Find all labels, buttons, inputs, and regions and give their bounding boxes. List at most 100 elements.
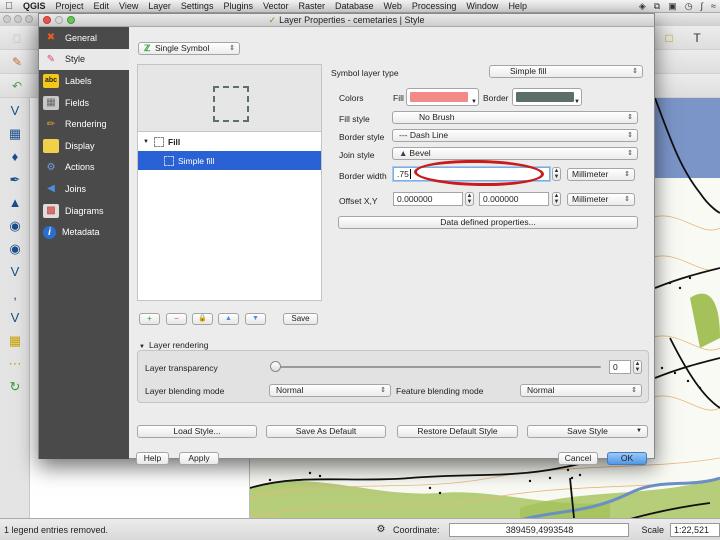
menu-view[interactable]: View [114, 1, 143, 11]
remove-symbol-layer-button[interactable]: − [166, 313, 187, 325]
transparency-spinner[interactable]: ▲ ▼ [633, 360, 642, 374]
add-delimited-text-icon[interactable]: , [5, 285, 25, 305]
menu-vector[interactable]: Vector [258, 1, 294, 11]
time-machine-icon[interactable]: ◷ [685, 1, 693, 12]
refresh-layer-icon[interactable]: ↻ [5, 377, 25, 397]
offset-unit-select[interactable]: Millimeter ⇕ [567, 193, 635, 206]
layer-blending-select[interactable]: Normal ⇕ [269, 384, 391, 397]
sidebar-item-diagrams[interactable]: ▩ Diagrams [39, 200, 129, 222]
menu-settings[interactable]: Settings [176, 1, 219, 11]
layer-rendering-group: Layer transparency 0 ▲ ▼ Layer blending m… [137, 350, 649, 403]
add-vector-layer-icon[interactable]: V [5, 101, 25, 121]
menu-plugins[interactable]: Plugins [218, 1, 258, 11]
expand-triangle-icon[interactable]: ▼ [141, 139, 151, 145]
coordinate-toggle-icon[interactable]: ⚙ [375, 524, 387, 535]
menu-project[interactable]: Project [51, 1, 89, 11]
transparency-slider-track[interactable] [276, 366, 601, 368]
fill-style-select[interactable]: No Brush ⇕ [392, 111, 638, 124]
main-minimize-button[interactable] [14, 15, 22, 23]
add-postgis-layer-icon[interactable]: ♦ [5, 147, 25, 167]
transparency-input[interactable]: 0 [609, 360, 631, 374]
new-spatialite-icon[interactable]: ▦ [5, 331, 25, 351]
save-as-default-button[interactable]: Save As Default [266, 425, 386, 438]
sidebar-item-label: General [65, 32, 98, 43]
sidebar-item-style[interactable]: ✎ Style [39, 48, 129, 71]
restore-default-style-button[interactable]: Restore Default Style [397, 425, 518, 438]
menu-layer[interactable]: Layer [143, 1, 176, 11]
dialog-zoom-button[interactable] [67, 16, 75, 24]
new-project-icon[interactable]: □ [10, 31, 24, 45]
add-wms-layer-icon[interactable]: ◉ [5, 216, 25, 236]
renderer-select[interactable]: ℤ Single Symbol ⇕ [138, 42, 240, 55]
move-up-button[interactable]: ▲ [218, 313, 239, 325]
add-wcs-layer-icon[interactable]: ◉ [5, 239, 25, 259]
cancel-button[interactable]: Cancel [558, 452, 598, 465]
wifi-icon[interactable]: ≈ [711, 1, 716, 12]
data-defined-properties-button[interactable]: Data defined properties... [338, 216, 638, 229]
save-symbol-button[interactable]: Save [283, 313, 318, 325]
new-shapefile-icon[interactable]: V [5, 308, 25, 328]
dialog-minimize-button[interactable] [55, 16, 63, 24]
load-style-button[interactable]: Load Style... [137, 425, 257, 438]
offset-x-spinner[interactable]: ▲ ▼ [465, 192, 474, 206]
menu-edit[interactable]: Edit [89, 1, 115, 11]
ok-button[interactable]: OK [607, 452, 647, 465]
help-button[interactable]: Help [136, 452, 169, 465]
border-width-spinner[interactable]: ▲ ▼ [552, 167, 561, 181]
menu-raster[interactable]: Raster [294, 1, 331, 11]
dialog-close-button[interactable] [43, 16, 51, 24]
coordinate-field[interactable]: 389459,4993548 [449, 522, 630, 537]
copy-icon[interactable]: ⧉ [654, 1, 660, 12]
add-spatialite-layer-icon[interactable]: ✒ [5, 170, 25, 190]
bluetooth-icon[interactable]: ∫ [701, 1, 703, 12]
move-down-button[interactable]: ▼ [245, 313, 266, 325]
sidebar-item-display[interactable]: ■ Display [39, 135, 129, 157]
main-zoom-button[interactable] [25, 15, 33, 23]
join-style-select[interactable]: ▲ Bevel ⇕ [392, 147, 638, 160]
lock-layer-button[interactable]: 🔒 [192, 313, 213, 325]
menu-app[interactable]: QGIS [18, 1, 51, 11]
menu-processing[interactable]: Processing [407, 1, 462, 11]
border-style-select[interactable]: --- Dash Line ⇕ [392, 129, 638, 142]
scale-field[interactable]: 1:22,521 [670, 522, 720, 537]
dropbox-icon[interactable]: ◈ [639, 1, 646, 12]
new-gpx-icon[interactable]: ⋯ [5, 354, 25, 374]
menu-help[interactable]: Help [503, 1, 532, 11]
tree-item-simple-fill[interactable]: Simple fill [138, 151, 321, 170]
main-close-button[interactable] [3, 15, 11, 23]
add-symbol-layer-button[interactable]: + [139, 313, 160, 325]
annotation-icon[interactable]: □ [662, 31, 676, 45]
offset-x-input[interactable]: 0.000000 [393, 192, 463, 206]
sidebar-item-labels[interactable]: abc Labels [39, 70, 129, 92]
text-annotation-icon[interactable]: T [690, 31, 704, 45]
undo-icon[interactable]: ↶ [10, 79, 24, 93]
add-wfs-layer-icon[interactable]: V [5, 262, 25, 282]
sidebar-item-fields[interactable]: ▦ Fields [39, 92, 129, 114]
tree-item-fill[interactable]: ▼ Fill [138, 132, 321, 151]
edit-pencil-icon[interactable]: ✎ [10, 55, 24, 69]
layer-rendering-header[interactable]: ▼ Layer rendering [139, 340, 209, 350]
display-icon[interactable]: ▣ [668, 1, 677, 12]
sidebar-item-joins[interactable]: ◀ Joins [39, 178, 129, 200]
apple-icon[interactable]:  [0, 1, 18, 12]
save-style-button[interactable]: Save Style ▼ [527, 425, 648, 438]
add-mssql-layer-icon[interactable]: ▲ [5, 193, 25, 213]
border-width-input[interactable]: .75 [393, 167, 550, 181]
border-width-unit-select[interactable]: Millimeter ⇕ [567, 168, 635, 181]
sidebar-item-general[interactable]: ✖ General [39, 27, 129, 49]
sidebar-item-metadata[interactable]: i Metadata [39, 221, 129, 243]
menu-window[interactable]: Window [461, 1, 503, 11]
feature-blending-select[interactable]: Normal ⇕ [520, 384, 642, 397]
sidebar-item-actions[interactable]: ⚙ Actions [39, 157, 129, 179]
border-color-button[interactable]: ▼ [512, 88, 582, 106]
sidebar-item-rendering[interactable]: ✏ Rendering [39, 113, 129, 135]
menu-database[interactable]: Database [330, 1, 379, 11]
add-raster-layer-icon[interactable]: ▦ [5, 124, 25, 144]
menu-web[interactable]: Web [379, 1, 407, 11]
apply-button[interactable]: Apply [179, 452, 219, 465]
symbol-layer-type-select[interactable]: Simple fill ⇕ [489, 65, 643, 78]
offset-y-spinner[interactable]: ▲ ▼ [552, 192, 561, 206]
fill-color-button[interactable]: ▼ [406, 88, 479, 106]
offset-y-input[interactable]: 0.000000 [479, 192, 549, 206]
transparency-slider-handle[interactable] [270, 361, 281, 372]
